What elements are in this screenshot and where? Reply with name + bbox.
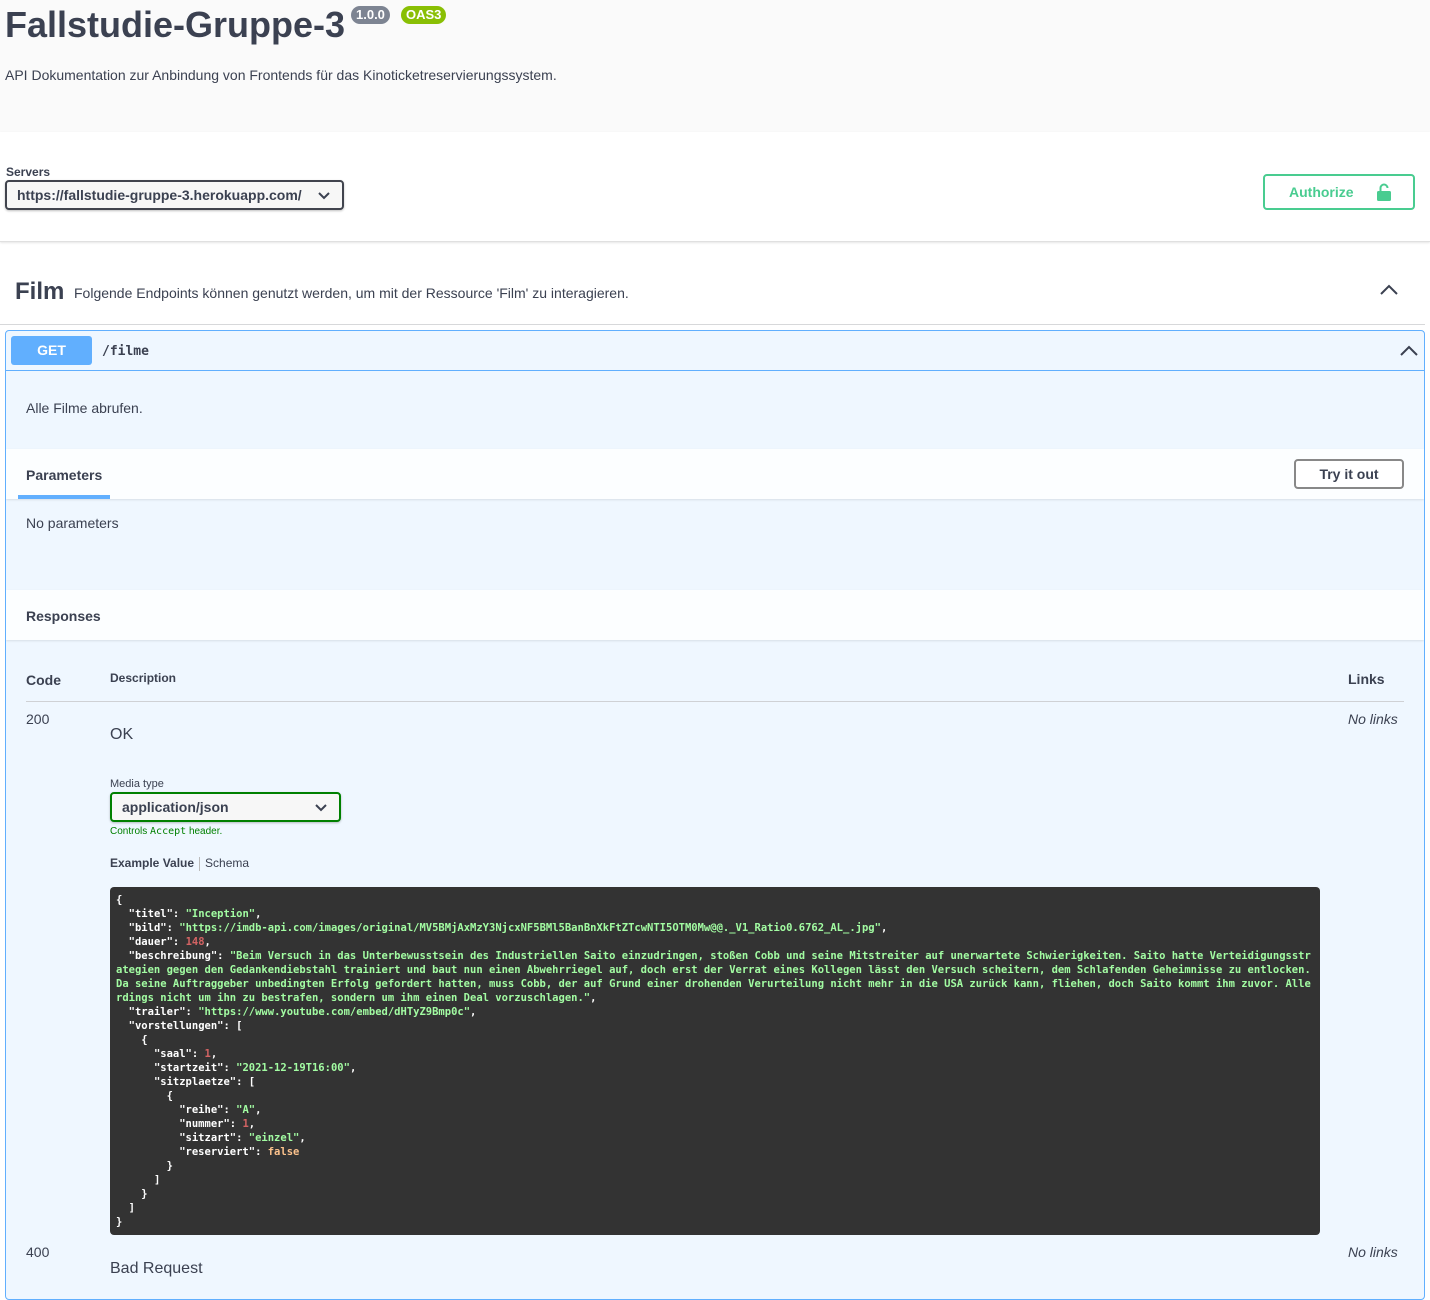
method-badge: GET [11,336,92,365]
response-description: OK [110,726,134,743]
api-title: Fallstudie-Gruppe-3 [5,4,346,45]
col-code: Code [26,672,61,688]
responses-title: Responses [26,608,101,624]
chevron-up-icon[interactable] [1379,283,1399,297]
tab-underline [18,495,110,499]
media-type-value: application/json [122,799,229,815]
responses-header: Responses [6,590,1424,640]
info-header: Fallstudie-Gruppe-3 1.0.0 OAS3 API Dokum… [0,0,1430,132]
server-select[interactable]: https://fallstudie-gruppe-3.herokuapp.co… [5,180,344,210]
col-description: Description [110,671,177,685]
response-links: No links [1348,1244,1398,1260]
try-it-out-button[interactable]: Try it out [1294,459,1404,489]
authorize-label: Authorize [1289,184,1354,200]
lock-icon [1377,183,1391,201]
api-description: API Dokumentation zur Anbindung von Fron… [5,67,557,83]
chevron-down-icon [318,192,330,200]
operation-path: /filme [102,344,149,359]
opblock-summary[interactable]: GET /filme [6,331,1424,371]
chevron-down-icon [315,804,327,812]
response-code: 400 [26,1244,50,1260]
media-type-select[interactable]: application/json [110,792,341,822]
tab-example-value[interactable]: Example Value [110,856,194,870]
tag-description: Folgende Endpoints können genutzt werden… [74,285,629,301]
response-code: 200 [26,711,50,727]
parameters-header: Parameters Try it out [6,449,1424,499]
operation-description: Alle Filme abrufen. [26,400,143,416]
no-parameters-text: No parameters [26,515,119,531]
responses-table: Code Description Links 200 OK No links M… [6,641,1424,1299]
server-select-value: https://fallstudie-gruppe-3.herokuapp.co… [17,187,302,203]
tab-schema[interactable]: Schema [205,856,249,870]
col-links: Links [1348,671,1385,687]
version-badge: 1.0.0 [351,6,390,24]
controls-accept-note: Controls Accept header. [110,826,223,837]
example-json: { "titel": "Inception", "bild": "https:/… [110,887,1320,1235]
authorize-button[interactable]: Authorize [1263,174,1415,210]
response-links: No links [1348,711,1398,727]
servers-label: Servers [6,165,51,179]
oas-badge: OAS3 [401,6,447,24]
opblock-get-filme: GET /filme Alle Filme abrufen. Parameter… [5,330,1425,1300]
response-description: Bad Request [110,1260,203,1277]
tag-header-film[interactable]: Film Folgende Endpoints können genutzt w… [0,258,1425,325]
tab-parameters[interactable]: Parameters [26,467,102,483]
media-type-label: Media type [110,778,164,790]
divider [26,701,1404,702]
chevron-up-icon[interactable] [1399,344,1419,358]
tag-name: Film [15,278,65,305]
example-tabs: Example Value Schema [110,856,249,871]
